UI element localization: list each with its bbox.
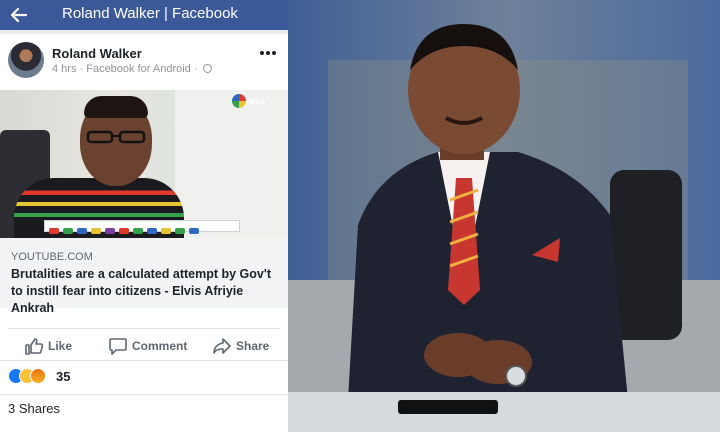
angry-reaction-icon: [30, 368, 46, 384]
app-bar-title: Roland Walker | Facebook: [62, 5, 238, 22]
shares-count[interactable]: 3 Shares: [8, 401, 60, 416]
reactions-summary[interactable]: 35: [8, 368, 88, 386]
comment-icon: [109, 338, 127, 355]
news-anchor-photo: [288, 0, 720, 432]
arrow-left-icon[interactable]: [8, 4, 30, 26]
reaction-count: 35: [56, 369, 71, 384]
facebook-screenshot: Roland Walker | Facebook Roland Walker 4…: [0, 0, 288, 432]
glasses: [86, 130, 146, 144]
post-meta: 4 hrs · Facebook for Android ·: [52, 63, 212, 75]
anchor-illustration: [288, 0, 720, 432]
link-headline: Brutalities are a calculated attempt by …: [11, 267, 271, 315]
share-arrow-icon: [213, 338, 231, 354]
like-label: Like: [48, 339, 73, 353]
link-domain: YOUTUBE.COM: [11, 251, 93, 263]
post-author[interactable]: Roland Walker: [52, 46, 142, 61]
divider: [0, 360, 288, 361]
background-wall: [175, 90, 288, 238]
app-bar: Roland Walker | Facebook: [0, 0, 288, 30]
post-meta-text: 4 hrs · Facebook for Android ·: [52, 63, 198, 75]
share-label: Share: [236, 339, 270, 353]
divider: [8, 328, 280, 329]
avatar[interactable]: [8, 42, 44, 78]
thumbs-up-icon: [25, 338, 44, 355]
globe-icon: [202, 64, 212, 73]
comment-label: Comment: [132, 339, 188, 353]
speaker-hair: [84, 96, 148, 118]
link-preview-image[interactable]: NEWS: [0, 90, 288, 238]
news-logo-text: NEWS: [247, 100, 265, 106]
divider: [0, 394, 288, 395]
sponsor-banner: [44, 220, 240, 234]
link-preview-info[interactable]: YOUTUBE.COM Brutalities are a calculated…: [0, 238, 288, 315]
more-dots-icon[interactable]: [258, 46, 278, 60]
news-logo-icon: [232, 94, 246, 108]
post-card: Roland Walker 4 hrs · Facebook for Andro…: [0, 34, 288, 432]
